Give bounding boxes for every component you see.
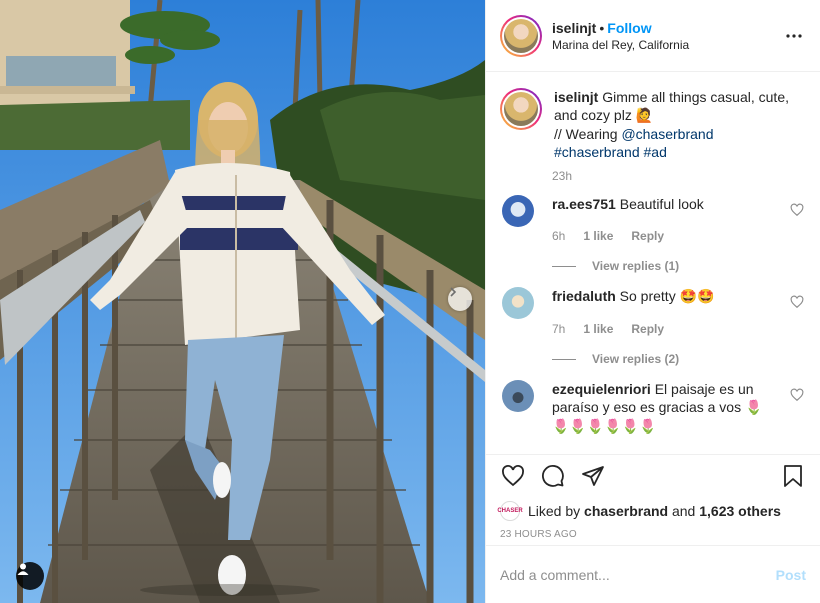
caption-time: 23h xyxy=(552,169,573,183)
author-username[interactable]: iselinjt xyxy=(552,20,596,36)
view-replies-button[interactable]: View replies (2) xyxy=(552,350,776,368)
comment-text: Beautiful look xyxy=(619,196,704,212)
author-avatar[interactable] xyxy=(500,14,542,57)
caption-text: iselinjt Gimme all things casual, cute, … xyxy=(554,88,806,161)
commenter-username[interactable]: friedaluth xyxy=(552,288,616,304)
liker-avatar[interactable]: CHASER xyxy=(497,501,523,521)
post-timestamp[interactable]: 23 HOURS AGO xyxy=(500,529,806,545)
post-details-panel: iselinjt • Follow Marina del Rey, Californ… xyxy=(485,0,820,603)
comment-time: 6h xyxy=(552,229,566,243)
follow-button[interactable]: Follow xyxy=(607,20,651,36)
post-actions: CHASER Liked by chaserbrand and 1,623 ot… xyxy=(486,454,820,545)
commenter-avatar[interactable] xyxy=(502,287,534,319)
share-icon xyxy=(582,466,604,486)
post-caption: iselinjt Gimme all things casual, cute, … xyxy=(500,88,806,161)
like-button[interactable] xyxy=(500,463,526,489)
bookmark-icon xyxy=(784,465,802,487)
comments-section[interactable]: iselinjt Gimme all things casual, cute, … xyxy=(486,72,820,454)
comment-likes[interactable]: 1 like xyxy=(583,320,613,338)
view-replies-label: View replies (2) xyxy=(592,352,680,366)
likes-and: and xyxy=(671,503,696,519)
caption-username[interactable]: iselinjt xyxy=(554,89,598,105)
comment-time: 7h xyxy=(552,322,566,336)
liked-by-prefix: Liked by xyxy=(528,503,581,519)
caption-line-2: // Wearing xyxy=(554,126,618,142)
reply-button[interactable]: Reply xyxy=(631,227,664,245)
caption-hashtag-1[interactable]: #chaserbrand xyxy=(554,144,640,160)
post-location[interactable]: Marina del Rey, California xyxy=(552,38,782,52)
replies-divider xyxy=(552,358,576,360)
view-replies-button[interactable]: View replies (1) xyxy=(552,257,776,275)
comment-actions: 7h 1 like Reply xyxy=(552,320,776,338)
star-struck-emoji: 🤩🤩 xyxy=(679,289,715,305)
caption-mention[interactable]: @chaserbrand xyxy=(621,126,713,142)
heart-icon xyxy=(502,465,524,487)
comment-item: ezequielenriori El paisaje es un paraíso… xyxy=(500,380,806,436)
share-button[interactable] xyxy=(580,463,606,489)
save-button[interactable] xyxy=(780,463,806,489)
add-comment-bar: Post xyxy=(486,545,820,603)
add-comment-input[interactable] xyxy=(500,566,776,583)
comment-like-heart-icon[interactable] xyxy=(790,203,804,217)
photo-illustration xyxy=(0,0,485,603)
caption-avatar-image xyxy=(504,92,538,126)
raising-hand-emoji: 🙋 xyxy=(635,108,654,124)
action-icons-row xyxy=(500,455,806,497)
comment-text: So pretty xyxy=(619,288,676,304)
post-header: iselinjt • Follow Marina del Rey, Californ… xyxy=(486,0,820,72)
liker-username[interactable]: chaserbrand xyxy=(584,503,668,519)
comment-actions: 6h 1 like Reply xyxy=(552,227,776,245)
commenter-avatar[interactable] xyxy=(502,380,534,412)
more-horizontal-icon xyxy=(786,33,802,38)
commenter-username[interactable]: ra.ees751 xyxy=(552,196,616,212)
author-avatar-image xyxy=(504,18,538,53)
more-options-button[interactable] xyxy=(782,24,806,48)
author-meta: iselinjt • Follow Marina del Rey, Californ… xyxy=(552,20,782,52)
commenter-avatar[interactable] xyxy=(502,195,534,227)
reply-button[interactable]: Reply xyxy=(631,320,664,338)
comment-likes[interactable]: 1 like xyxy=(583,227,613,245)
comment-icon xyxy=(542,465,564,487)
post-comment-button[interactable]: Post xyxy=(776,567,806,583)
likes-others-count[interactable]: 1,623 others xyxy=(699,503,781,519)
likes-summary: CHASER Liked by chaserbrand and 1,623 ot… xyxy=(497,497,806,525)
comment-button[interactable] xyxy=(540,463,566,489)
caption-avatar[interactable] xyxy=(500,88,542,130)
post-photo[interactable] xyxy=(0,0,485,603)
tagged-users-button[interactable] xyxy=(16,562,44,590)
person-icon xyxy=(17,563,29,575)
commenter-username[interactable]: ezequielenriori xyxy=(552,381,651,397)
tulip-emoji-line: 🌷🌷🌷🌷🌷🌷 xyxy=(552,419,657,435)
comment-like-heart-icon[interactable] xyxy=(790,295,804,309)
view-replies-label: View replies (1) xyxy=(592,259,680,273)
comment-item: ra.ees751 Beautiful look 6h 1 like Reply… xyxy=(500,195,806,275)
tulip-emoji: 🌷 xyxy=(745,400,763,416)
caption-hashtag-2[interactable]: #ad xyxy=(644,144,667,160)
separator-dot: • xyxy=(599,19,605,36)
next-photo-button[interactable] xyxy=(448,287,472,311)
replies-divider xyxy=(552,265,576,267)
comment-item: friedaluth So pretty 🤩🤩 7h 1 like Reply … xyxy=(500,287,806,368)
comment-like-heart-icon[interactable] xyxy=(790,388,804,402)
chevron-right-icon xyxy=(450,287,457,297)
